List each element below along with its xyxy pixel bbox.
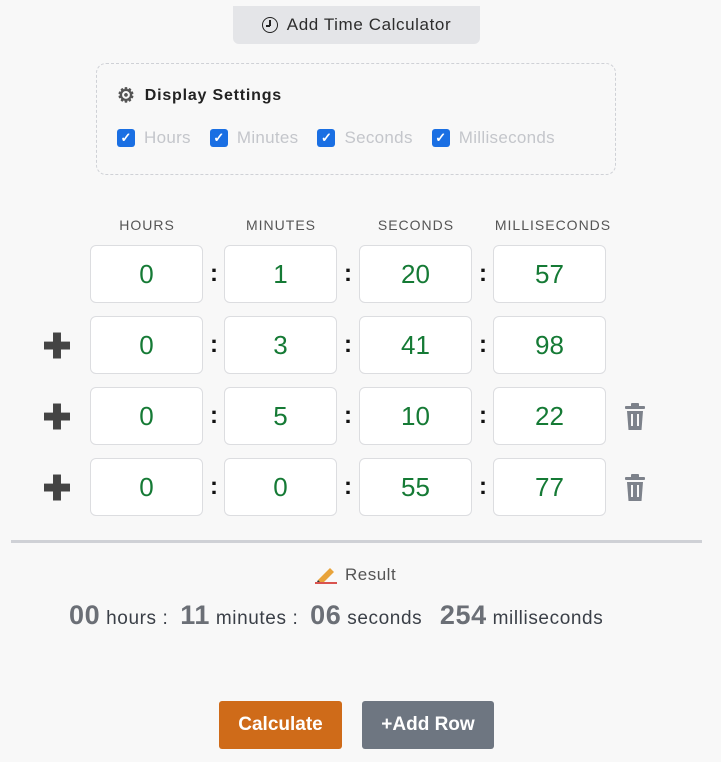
checkbox-label: Hours: [144, 128, 191, 147]
plus-icon: ✚: [42, 399, 72, 437]
trash-icon[interactable]: [624, 403, 646, 431]
column-header-seconds: SECONDS: [377, 217, 455, 233]
result-value: 00 hours : 11 minutes : 06 seconds 254 m…: [69, 600, 603, 631]
result-milliseconds-unit: milliseconds: [492, 608, 604, 629]
add-row-button[interactable]: +Add Row: [362, 701, 494, 749]
separator-colon: :: [210, 473, 218, 500]
column-header-milliseconds: MILLISECONDS: [494, 217, 612, 233]
separator-colon: :: [479, 260, 487, 287]
seconds-input[interactable]: 41: [359, 316, 472, 374]
result-sep: :: [292, 608, 299, 629]
plus-icon: ✚: [42, 328, 72, 366]
separator-colon: :: [479, 331, 487, 358]
checkbox-label: Seconds: [344, 128, 413, 147]
milliseconds-input[interactable]: 22: [493, 387, 606, 445]
seconds-input[interactable]: 20: [359, 245, 472, 303]
seconds-input[interactable]: 10: [359, 387, 472, 445]
checkbox-seconds[interactable]: ✓ Seconds: [317, 128, 412, 148]
milliseconds-input[interactable]: 77: [493, 458, 606, 516]
settings-title-text: Display Settings: [144, 87, 283, 104]
section-divider: [11, 540, 702, 543]
checkbox-label: Minutes: [236, 128, 299, 147]
separator-colon: :: [344, 473, 352, 500]
result-minutes: 11: [180, 600, 210, 630]
clock-icon: [261, 17, 278, 33]
hours-input[interactable]: 0: [90, 458, 203, 516]
separator-colon: :: [479, 473, 487, 500]
tab-label: Add Time Calculator: [286, 15, 452, 34]
checkbox-hours[interactable]: ✓ Hours: [117, 128, 191, 148]
separator-colon: :: [344, 331, 352, 358]
separator-colon: :: [210, 331, 218, 358]
display-settings-panel: ⚙ Display Settings ✓ Hours ✓ Minutes ✓ Seco…: [96, 63, 616, 175]
checkbox-box[interactable]: ✓: [431, 129, 450, 147]
hours-input[interactable]: 0: [90, 387, 203, 445]
checkbox-milliseconds[interactable]: ✓ Milliseconds: [431, 128, 555, 148]
result-seconds: 06: [310, 600, 342, 630]
result-label-text: Result: [345, 565, 397, 584]
unit-checkboxes: ✓ Hours ✓ Minutes ✓ Seconds ✓ Milliseconds: [117, 128, 574, 148]
minutes-input[interactable]: 0: [224, 458, 337, 516]
column-header-hours: HOURS: [119, 217, 175, 233]
milliseconds-input[interactable]: 98: [493, 316, 606, 374]
pencil-icon: [315, 568, 337, 584]
milliseconds-input[interactable]: 57: [493, 245, 606, 303]
separator-colon: :: [210, 260, 218, 287]
result-label: Result: [315, 565, 396, 585]
result-hours: 00: [69, 600, 101, 630]
hours-input[interactable]: 0: [90, 316, 203, 374]
gear-icon: ⚙: [117, 85, 136, 107]
trash-icon[interactable]: [624, 474, 646, 502]
display-settings-title: ⚙ Display Settings: [117, 86, 282, 106]
minutes-input[interactable]: 5: [224, 387, 337, 445]
minutes-input[interactable]: 3: [224, 316, 337, 374]
separator-colon: :: [344, 402, 352, 429]
checkbox-box[interactable]: ✓: [317, 129, 336, 147]
column-header-minutes: MINUTES: [246, 217, 316, 233]
checkbox-label: Milliseconds: [458, 128, 555, 147]
seconds-input[interactable]: 55: [359, 458, 472, 516]
add-time-calculator-tab[interactable]: Add Time Calculator: [233, 6, 480, 44]
separator-colon: :: [479, 402, 487, 429]
separator-colon: :: [344, 260, 352, 287]
checkbox-box[interactable]: ✓: [209, 129, 228, 147]
checkbox-box[interactable]: ✓: [117, 129, 135, 147]
result-minutes-unit: minutes: [215, 608, 287, 629]
result-seconds-unit: seconds: [347, 608, 423, 629]
plus-icon: ✚: [42, 470, 72, 508]
result-sep: :: [162, 608, 169, 629]
result-hours-unit: hours: [106, 608, 157, 629]
separator-colon: :: [210, 402, 218, 429]
calculate-button[interactable]: Calculate: [219, 701, 342, 749]
hours-input[interactable]: 0: [90, 245, 203, 303]
result-milliseconds: 254: [439, 600, 487, 630]
checkbox-minutes[interactable]: ✓ Minutes: [209, 128, 299, 148]
minutes-input[interactable]: 1: [224, 245, 337, 303]
